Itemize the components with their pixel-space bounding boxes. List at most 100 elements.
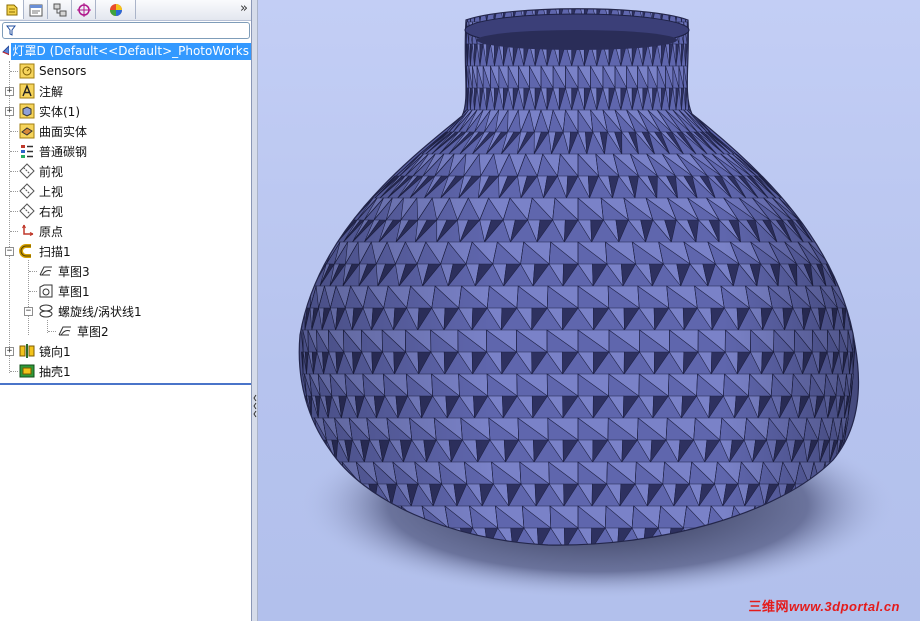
tree-item-material[interactable]: 普通碳钢 [18,141,87,161]
tree-item-label: 扫描1 [39,244,71,259]
vase-facet [844,285,854,309]
surface-bodies-icon [19,123,34,139]
vase-facet [688,43,691,67]
vase-facet [307,417,314,441]
tree-connector [10,371,18,372]
helix-icon [39,304,52,318]
configuration-manager-tab[interactable] [48,0,72,19]
vase-facet [312,439,321,463]
tree-connector [10,231,18,232]
vase-facet [688,8,691,23]
tree-connector [10,151,18,152]
tree-connector [10,211,18,212]
tree-item-mirror1[interactable]: 镜向1 [18,341,71,361]
vase-facet [314,439,321,463]
filter-icon [6,25,16,36]
feature-manager-tab[interactable] [0,0,24,19]
feature-tree-icon [6,4,17,15]
tree-item-label: 右视 [39,204,64,219]
expand-toggle[interactable]: + [5,347,14,356]
tree-item-origin[interactable]: 原点 [18,221,63,241]
feature-tree: 灯罩D (Default<<Default>_PhotoWorks Sensor… [0,41,251,384]
faceted-vase-lampshade[interactable] [258,0,920,621]
vase-facet [311,439,317,463]
tree-connector [29,271,37,272]
expand-toggle[interactable]: + [5,87,14,96]
tree-item-sketch2[interactable]: 草图2 [56,321,109,341]
collapse-toggle[interactable]: − [5,247,14,256]
plane-icon [18,163,35,179]
vase-facet [852,307,855,331]
tree-item-solid-bodies[interactable]: 实体(1) [18,101,80,121]
plane-icon [18,183,35,199]
tree-item-label: 镜向1 [39,344,71,359]
splitter-collapse-handle[interactable] [253,392,257,418]
tree-item-front-plane[interactable]: 前视 [18,161,63,181]
tree-item-label: 草图3 [58,264,90,279]
rollback-bar[interactable] [0,383,251,385]
tree-item-label: 前视 [39,164,64,179]
tree-item-label: 螺旋线/涡状线1 [58,304,142,319]
display-manager-icon [109,3,122,16]
sketch-icon [39,284,52,298]
graphics-viewport[interactable]: 三维网www.3dportal.cn [258,0,920,621]
tree-connector [29,291,37,292]
tree-connector [10,171,18,172]
tree-item-label: 原点 [39,224,64,239]
plane-icon [18,203,35,219]
sensors-icon [19,63,34,79]
tree-item-surface-bodies[interactable]: 曲面实体 [18,121,87,141]
tree-connector [10,191,18,192]
vase-facet [688,8,690,23]
vase-facet [688,21,691,45]
sketch-icon [58,326,71,336]
sketch-icon [39,266,52,276]
tree-item-helix1[interactable]: 螺旋线/涡状线1 [37,301,142,321]
watermark-cn: 三维网 [748,599,789,614]
tree-item-label: 抽壳1 [39,364,71,379]
mirror-icon [19,344,34,358]
shell-icon [19,364,34,378]
tree-root-part[interactable]: 灯罩D (Default<<Default>_PhotoWorks [0,41,251,61]
vase-facet [465,8,468,23]
vase-facet [466,8,468,23]
tree-item-shell1[interactable]: 抽壳1 [18,361,71,381]
tree-item-label: Sensors [39,64,87,78]
watermark-url: www.3dportal.cn [788,599,900,614]
vase-opening-inner [477,30,677,50]
tree-item-top-plane[interactable]: 上视 [18,181,63,201]
tree-item-label: 实体(1) [39,104,80,119]
tree-item-label: 草图2 [77,324,109,339]
tree-connector [48,331,56,332]
configuration-manager-icon [53,3,66,16]
property-manager-tab[interactable] [24,0,48,19]
vase-facet [688,65,691,89]
collapse-toggle[interactable]: − [24,307,33,316]
material-icon [20,145,33,158]
tree-item-sketch3[interactable]: 草图3 [37,261,90,281]
tree-item-annotations[interactable]: 注解 [18,81,63,101]
tree-item-sketch1[interactable]: 草图1 [37,281,90,301]
tree-item-label: 草图1 [58,284,90,299]
expand-toggle[interactable]: + [5,107,14,116]
feature-manager-pane: » 灯罩D (Default<<Default>_PhotoWorks Sens… [0,0,252,621]
vase-facet [846,285,854,309]
dimxpert-tab[interactable] [72,0,96,19]
tree-item-right-plane[interactable]: 右视 [18,201,63,221]
tree-item-label: 曲面实体 [39,124,88,139]
vase-facet [686,8,689,23]
grip-icon [253,394,257,418]
feature-filter-input[interactable] [2,22,250,39]
property-manager-icon [29,4,42,16]
manager-tabs: » [0,0,251,21]
vase-facet [311,439,317,463]
tree-item-sensors[interactable]: Sensors [18,61,86,81]
tree-item-label: 普通碳钢 [39,144,88,159]
annotations-icon [19,83,34,99]
part-icon [2,45,9,55]
tree-item-sweep1[interactable]: 扫描1 [18,241,71,261]
more-tabs-button[interactable]: » [240,1,248,17]
tree-root-label: 灯罩D (Default<<Default>_PhotoWorks [10,42,251,60]
display-manager-tab[interactable] [96,0,136,19]
tree-connector [10,131,18,132]
